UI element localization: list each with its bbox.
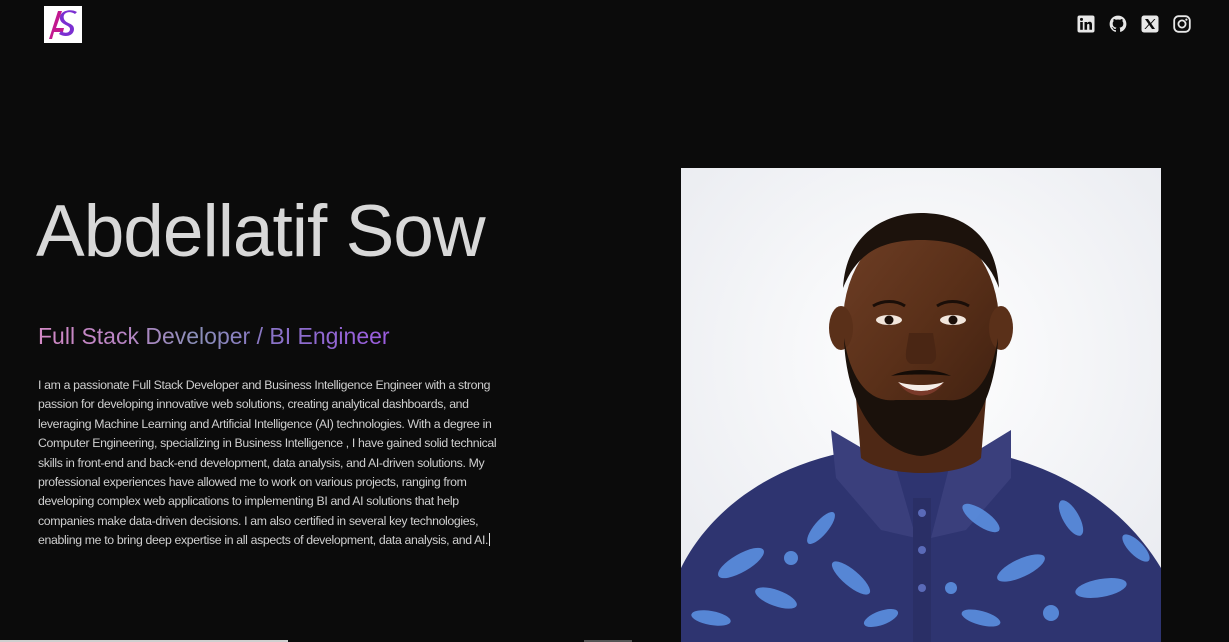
logo-as-icon (44, 6, 82, 43)
portfolio-page: Abdellatif Sow Full Stack Developer / BI… (0, 0, 1229, 642)
hero-bio-text: I am a passionate Full Stack Developer a… (38, 378, 497, 548)
x-icon[interactable] (1141, 15, 1159, 33)
hero-bio: I am a passionate Full Stack Developer a… (38, 376, 498, 551)
hero-role: Full Stack Developer / BI Engineer (38, 323, 390, 349)
instagram-icon[interactable] (1173, 15, 1191, 33)
linkedin-icon[interactable] (1077, 15, 1095, 33)
profile-photo (681, 168, 1161, 642)
github-icon[interactable] (1109, 15, 1127, 33)
typing-cursor (489, 533, 491, 547)
hero-name: Abdellatif Sow (36, 191, 486, 272)
social-links (1077, 15, 1191, 33)
portrait-image (681, 168, 1161, 642)
site-logo[interactable] (44, 6, 82, 43)
